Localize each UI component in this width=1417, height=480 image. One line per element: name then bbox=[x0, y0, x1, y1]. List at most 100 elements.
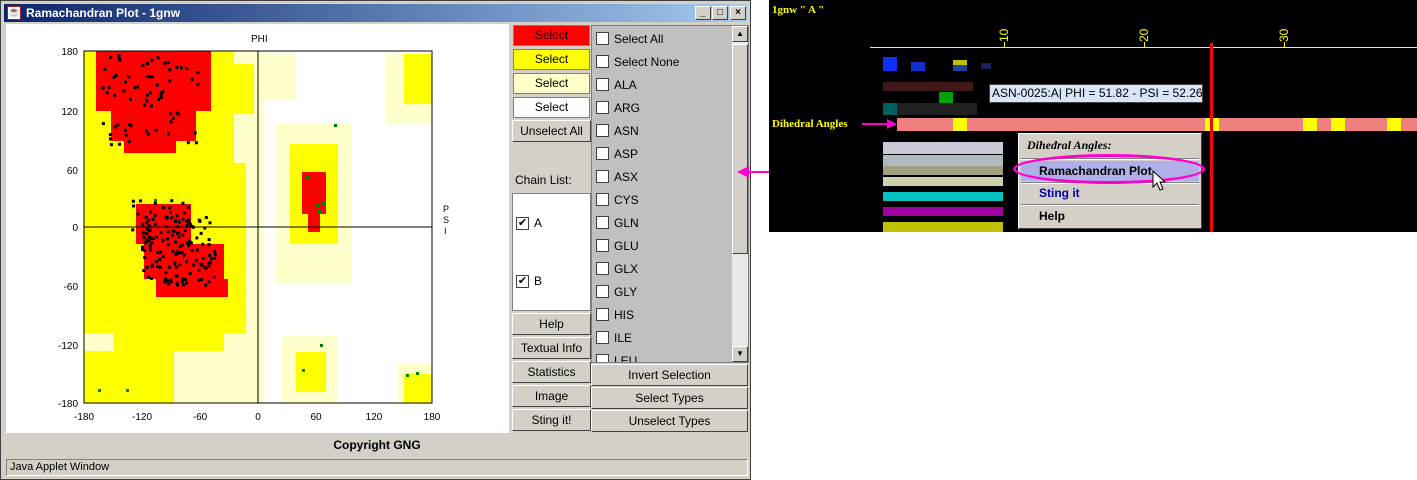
unselect-types-button[interactable]: Unselect Types bbox=[591, 410, 748, 432]
residue-checkbox[interactable] bbox=[596, 216, 609, 229]
data-point bbox=[169, 112, 173, 116]
residue-checkbox[interactable] bbox=[596, 285, 609, 298]
data-point bbox=[123, 128, 127, 132]
x-tick: 180 bbox=[424, 412, 441, 423]
data-point bbox=[176, 283, 180, 287]
data-point bbox=[154, 235, 158, 239]
select-core-button[interactable]: Select bbox=[513, 25, 590, 46]
help-button[interactable]: Help bbox=[512, 313, 591, 335]
residue-checkbox[interactable] bbox=[596, 170, 609, 183]
chain-list-label: Chain List: bbox=[515, 173, 572, 187]
statistics-button[interactable]: Statistics bbox=[512, 361, 591, 383]
data-point bbox=[194, 141, 198, 145]
data-point bbox=[178, 251, 182, 255]
data-point bbox=[204, 266, 208, 270]
residue-list[interactable]: Select All Select None ALA ARG ASN ASP ASX CYS G… bbox=[591, 25, 749, 363]
data-point bbox=[207, 243, 211, 247]
residue-checkbox[interactable] bbox=[596, 32, 609, 45]
track-marker[interactable] bbox=[1303, 118, 1317, 131]
data-point bbox=[145, 231, 149, 235]
image-button[interactable]: Image bbox=[512, 385, 591, 407]
title-bar[interactable]: ☕ Ramachandran Plot - 1gnw _ □ × bbox=[4, 4, 747, 22]
residue-label: CYS bbox=[614, 193, 639, 207]
menu-item-sting-it[interactable]: Sting it bbox=[1021, 183, 1199, 203]
data-point bbox=[161, 90, 165, 94]
data-point bbox=[127, 75, 131, 79]
close-button[interactable]: × bbox=[730, 6, 746, 20]
residue-checkbox[interactable] bbox=[596, 124, 609, 137]
residue-checkbox[interactable] bbox=[596, 55, 609, 68]
chain-b-checkbox[interactable]: ✔ bbox=[516, 275, 529, 288]
data-point bbox=[208, 221, 212, 225]
ramachandran-plot[interactable]: PHI P S I -180 -120 -60 0 60 120 180 180… bbox=[6, 24, 509, 433]
data-point bbox=[167, 282, 171, 286]
data-point bbox=[175, 111, 179, 115]
residue-label: HIS bbox=[614, 308, 635, 322]
sting-it-button[interactable]: Sting it! bbox=[512, 409, 591, 431]
data-point bbox=[207, 280, 211, 284]
textual-info-button[interactable]: Textual Info bbox=[512, 337, 591, 359]
data-point bbox=[196, 71, 200, 75]
scroll-down-icon[interactable]: ▼ bbox=[732, 346, 748, 362]
data-point bbox=[146, 62, 150, 66]
data-point bbox=[170, 233, 174, 237]
data-point bbox=[146, 275, 150, 279]
data-point bbox=[186, 141, 190, 145]
unselect-all-button[interactable]: Unselect All bbox=[512, 120, 591, 142]
data-point bbox=[184, 260, 188, 264]
residue-checkbox[interactable] bbox=[596, 78, 609, 91]
data-point bbox=[136, 85, 140, 89]
select-types-button[interactable]: Select Types bbox=[591, 387, 748, 409]
data-point bbox=[190, 77, 194, 81]
residue-checkbox[interactable] bbox=[596, 101, 609, 114]
invert-selection-button[interactable]: Invert Selection bbox=[591, 364, 748, 386]
data-point bbox=[334, 124, 337, 127]
track-marker[interactable] bbox=[1387, 118, 1401, 131]
data-point bbox=[175, 65, 179, 69]
data-point bbox=[185, 224, 189, 228]
data-point bbox=[198, 219, 202, 223]
track-marker[interactable] bbox=[1331, 118, 1345, 131]
data-point bbox=[178, 245, 182, 249]
track-marker[interactable] bbox=[953, 118, 967, 131]
residue-checkbox[interactable] bbox=[596, 308, 609, 321]
data-point bbox=[199, 231, 203, 235]
data-point bbox=[203, 226, 207, 230]
data-point bbox=[166, 237, 170, 241]
menu-item-help[interactable]: Help bbox=[1021, 206, 1199, 226]
window-title: Ramachandran Plot - 1gnw bbox=[26, 6, 181, 20]
residue-label: ASP bbox=[614, 147, 639, 161]
residue-checkbox[interactable] bbox=[596, 239, 609, 252]
data-point bbox=[161, 254, 165, 258]
residue-checkbox[interactable] bbox=[596, 147, 609, 160]
x-tick: -60 bbox=[193, 412, 208, 423]
scroll-up-icon[interactable]: ▲ bbox=[732, 26, 748, 42]
select-disallowed-button[interactable]: Select bbox=[513, 97, 590, 118]
data-point bbox=[117, 54, 121, 58]
select-allowed-button[interactable]: Select bbox=[513, 49, 590, 70]
minimize-button[interactable]: _ bbox=[695, 6, 711, 20]
data-point bbox=[131, 199, 135, 203]
residue-checkbox[interactable] bbox=[596, 354, 609, 362]
ramachandran-plot-area[interactable]: PHI P S I -180 -120 -60 0 60 120 180 180… bbox=[6, 24, 509, 433]
data-point bbox=[113, 125, 117, 129]
java-app-icon: ☕ bbox=[7, 6, 21, 20]
residue-label: GLX bbox=[614, 262, 639, 276]
chain-a-checkbox[interactable]: ✔ bbox=[516, 217, 529, 230]
data-point bbox=[199, 262, 203, 266]
data-point bbox=[144, 215, 148, 219]
data-point bbox=[117, 57, 121, 61]
scroll-thumb[interactable] bbox=[732, 44, 748, 254]
maximize-button[interactable]: □ bbox=[712, 6, 728, 20]
residue-checkbox[interactable] bbox=[596, 262, 609, 275]
data-point bbox=[101, 86, 105, 90]
data-point bbox=[181, 217, 185, 221]
data-point bbox=[316, 204, 319, 207]
y-tick: -60 bbox=[64, 282, 79, 293]
residue-list-scrollbar[interactable]: ▲ ▼ bbox=[732, 26, 748, 362]
data-point bbox=[142, 235, 146, 239]
residue-checkbox[interactable] bbox=[596, 331, 609, 344]
select-generous-button[interactable]: Select bbox=[513, 73, 590, 94]
residue-checkbox[interactable] bbox=[596, 193, 609, 206]
data-point bbox=[122, 89, 126, 93]
